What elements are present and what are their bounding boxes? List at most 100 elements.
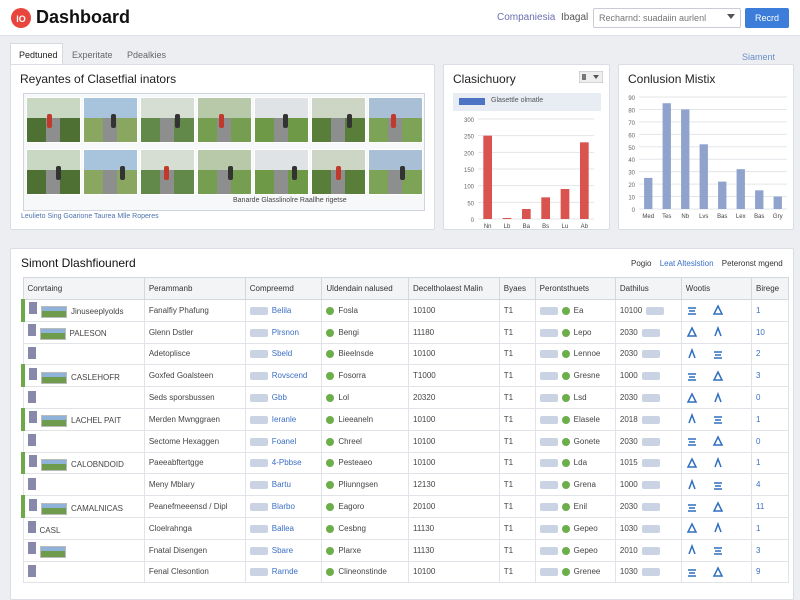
bar[interactable] [681,109,690,209]
nav-link-companies[interactable]: Companiesia [497,12,555,23]
waveform-icon[interactable] [712,435,726,447]
column-header[interactable]: Wootis [680,277,752,300]
waveform-icon[interactable] [712,566,726,578]
row-thumbnail[interactable] [39,328,66,341]
column-header[interactable]: Dathilus [614,277,682,300]
bar[interactable] [773,196,782,209]
waveform-icon[interactable] [712,391,726,404]
gallery-thumbnail[interactable] [140,97,195,143]
gallery-thumbnail[interactable] [26,97,81,143]
row-thumbnail[interactable] [39,546,66,559]
table-row[interactable]: Sectome Hexaggen Foanel Chreel 10100 T1 Gonet… [22,429,790,453]
table-row[interactable]: Fenal Clesontion Rarnde Clineonstinde 10100… [22,560,790,584]
column-header[interactable]: Deceltholaest Malin [408,277,500,300]
waveform-icon[interactable] [712,479,726,491]
waveform-icon[interactable] [686,478,700,491]
bar[interactable] [662,103,671,209]
bar[interactable] [755,190,764,209]
bar[interactable] [483,135,493,219]
table-row[interactable]: Meny Mblary Bartu Pliunngsen 12130 T1 Grena 10… [22,473,790,497]
row-thumbnail[interactable] [41,415,67,428]
waveform-icon[interactable] [712,522,726,534]
primary-button[interactable]: Recrd [745,8,789,28]
gallery-thumbnail[interactable] [83,97,138,143]
table-row[interactable]: LACHEL PAIT Merden Mwnggraen Ieranle Lieean… [20,407,790,431]
x-tick-label: Lvs [699,214,708,220]
waveform-icon[interactable] [712,370,726,382]
waveform-icon[interactable] [686,413,700,425]
table-row[interactable]: CAMALNICAS Peanefmeeensd / Dipl Blarbo Eago… [20,495,790,518]
waveform-icon[interactable] [686,501,700,513]
waveform-icon[interactable] [712,326,726,338]
gallery-thumbnail[interactable] [368,149,423,195]
gallery-thumbnail[interactable] [311,97,366,143]
gallery-caption-left[interactable]: Leulieto Sing Goarione Taurea Mlle Roper… [21,213,159,220]
gallery-thumbnail[interactable] [26,149,81,195]
pager-link-more[interactable]: Peteronst mgend [722,259,783,268]
svg-text:lO: lO [16,14,26,24]
column-header[interactable]: Conrtaing [22,277,145,300]
bar[interactable] [502,218,512,219]
table-row[interactable]: Adetoplisce Sbeld Bieelnsde 10100 T1 Lennoe 20… [22,342,790,366]
status-chip [641,328,660,337]
waveform-icon[interactable] [712,413,726,425]
waveform-icon[interactable] [712,544,726,556]
waveform-stroke [688,413,696,424]
table-row[interactable]: Fnatal Disengen Sbare Plarxe 11130 T1 Gepeo 20… [22,538,790,562]
gallery-thumbnail[interactable] [311,149,366,195]
waveform-icon[interactable] [686,326,700,338]
tab-experitate[interactable]: Experitate [63,43,118,65]
row-thumbnail[interactable] [41,371,67,384]
table-row[interactable]: PALESON Glenn Dstler Plrsnon Bengi 11180 T1 Le… [22,320,790,344]
pager-link-last[interactable]: Leat Alteslstion [660,259,714,268]
bar[interactable] [541,197,551,219]
row-thumbnail[interactable] [41,502,67,515]
waveform-icon[interactable] [686,370,700,382]
waveform-icon[interactable] [712,348,726,360]
bar[interactable] [736,169,745,209]
panel-controls-icon[interactable] [579,71,603,83]
bar[interactable] [560,189,570,219]
table-row[interactable]: CALOBNDOID Paeeabftertgge 4-Pbbse Pesteaeo 1… [20,451,790,475]
bar[interactable] [718,181,727,209]
tab-pdealkies[interactable]: Pdealkies [118,43,176,65]
column-header[interactable]: Compreemd [244,277,323,300]
waveform-icon[interactable] [686,566,700,578]
gallery-thumbnail[interactable] [197,97,252,143]
waveform-icon[interactable] [686,522,700,534]
gallery-thumbnail[interactable] [140,149,195,195]
waveform-icon[interactable] [712,304,726,316]
column-header[interactable]: Birege [750,277,790,300]
search-dropdown[interactable] [593,8,741,28]
waveform-icon[interactable] [686,347,700,360]
column-header[interactable]: Uldendain nalused [321,277,410,300]
table-row[interactable]: CASLEHOFR Goxfed Goalsteen Rovscend Fosorra… [20,364,790,388]
column-header[interactable]: Perammanb [143,277,246,300]
gallery-thumbnail[interactable] [254,97,309,143]
waveform-icon[interactable] [686,391,700,404]
gallery-thumbnail[interactable] [254,149,309,195]
waveform-icon[interactable] [712,500,726,513]
waveform-icon[interactable] [686,435,700,447]
bar[interactable] [699,144,708,209]
gallery-thumbnail[interactable] [83,149,138,195]
gallery-thumbnail[interactable] [197,149,252,195]
gallery-thumbnail[interactable] [368,97,423,143]
bar[interactable] [521,209,531,219]
waveform-icon[interactable] [686,544,700,556]
column-header[interactable]: Perontsthuets [534,277,616,300]
chevron-down-icon[interactable] [727,14,735,19]
table-row[interactable]: Seds sporsbussen Gbb Lol 20320 T1 Lsd 2030 0 [22,386,790,409]
table-row[interactable]: Jinuseeplyolds Fanalfiy Phafung Belila Fosl… [20,299,790,322]
bar[interactable] [644,177,653,209]
column-header[interactable]: Byaes [498,277,536,300]
table-row[interactable]: CASL Cloelrahnga Ballea Cesbng 11130 T1 Gepeo 1… [22,516,790,540]
waveform-icon[interactable] [686,457,700,469]
nav-link-ibagal[interactable]: Ibagal [561,12,588,23]
waveform-icon[interactable] [686,304,700,316]
bar[interactable] [579,142,589,219]
waveform-icon[interactable] [712,456,726,469]
tab-pedtuned[interactable]: Pedtuned [10,43,63,65]
row-thumbnail[interactable] [41,458,67,471]
row-thumbnail[interactable] [41,306,67,319]
